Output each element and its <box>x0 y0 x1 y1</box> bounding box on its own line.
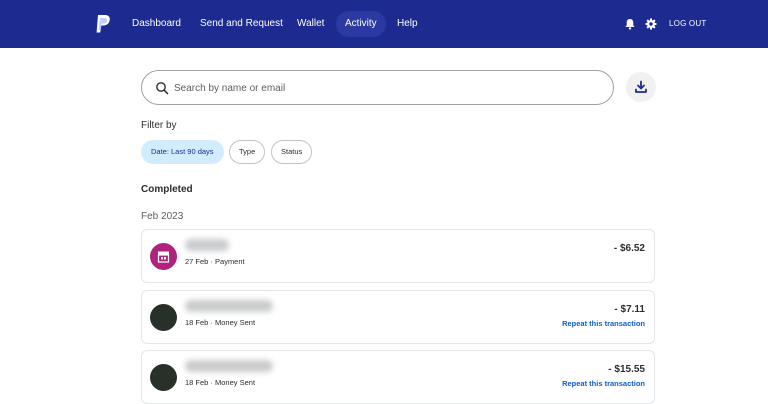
transaction-meta: 18 Feb · Money Sent <box>185 318 256 327</box>
transaction-row[interactable]: 18 Feb · Money Sent - $7.11 Repeat this … <box>141 290 655 344</box>
gear-icon[interactable] <box>645 17 657 30</box>
transaction-row[interactable]: 18 Feb · Money Sent - $15.55 Repeat this… <box>141 350 655 404</box>
transaction-meta: 18 Feb · Money Sent <box>185 378 256 387</box>
completed-heading: Completed <box>141 184 193 195</box>
filter-chip-status[interactable]: Status <box>271 140 313 164</box>
nav-wallet[interactable]: Wallet <box>297 11 324 37</box>
transaction-amount: - $6.52 <box>613 243 645 254</box>
filter-chip-date[interactable]: Date: Last 90 days <box>141 140 224 164</box>
redacted-name <box>185 239 229 251</box>
contact-avatar <box>150 364 177 391</box>
bell-icon[interactable] <box>624 17 636 30</box>
search-icon <box>155 81 169 95</box>
filter-by-label: Filter by <box>141 120 177 131</box>
nav-activity[interactable]: Activity <box>336 11 386 37</box>
merchant-avatar <box>150 243 177 270</box>
transaction-amount: - $15.55 <box>608 364 645 375</box>
download-icon <box>635 80 647 93</box>
search-input[interactable] <box>174 77 594 99</box>
search-field[interactable] <box>141 70 614 105</box>
paypal-logo[interactable] <box>95 14 111 34</box>
contact-avatar <box>150 304 177 331</box>
redacted-name <box>185 360 273 372</box>
download-button[interactable] <box>626 72 656 102</box>
month-heading: Feb 2023 <box>141 211 184 222</box>
nav-dashboard[interactable]: Dashboard <box>132 11 181 37</box>
logout-link[interactable]: LOG OUT <box>669 11 706 37</box>
repeat-transaction-link[interactable]: Repeat this transaction <box>562 319 645 328</box>
top-navigation: Dashboard Send and Request Wallet Activi… <box>0 0 768 48</box>
transaction-row[interactable]: 27 Feb · Payment - $6.52 <box>141 229 655 283</box>
filter-chip-type[interactable]: Type <box>229 140 266 164</box>
transaction-amount: - $7.11 <box>614 304 645 315</box>
nav-help[interactable]: Help <box>397 11 418 37</box>
redacted-name <box>185 300 273 312</box>
store-icon <box>157 251 170 263</box>
nav-send-and-request[interactable]: Send and Request <box>200 11 283 37</box>
repeat-transaction-link[interactable]: Repeat this transaction <box>562 379 645 388</box>
transaction-meta: 27 Feb · Payment <box>185 257 245 266</box>
